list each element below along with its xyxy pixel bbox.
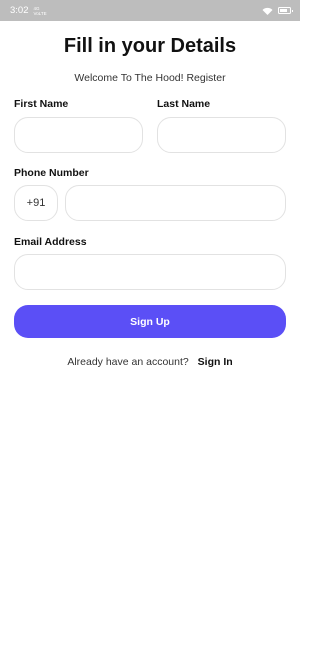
battery-icon [278,7,293,14]
page-title: Fill in your Details [63,35,237,57]
status-time: 3:02 [10,5,29,16]
country-code-selector[interactable]: +91 [14,185,58,221]
network-indicator: 4G VoLTE [34,6,47,16]
wifi-icon [262,7,273,15]
first-name-label: First Name [14,98,69,110]
sign-up-button[interactable]: Sign Up [14,305,286,338]
page-subtitle: Welcome To The Hood! Register [74,72,226,84]
last-name-input[interactable] [157,117,286,153]
account-prompt-text: Already have an account? [67,356,189,368]
sign-in-link[interactable]: Sign In [198,356,233,368]
status-bar: 3:02 4G VoLTE [0,0,300,21]
phone-input[interactable] [65,185,286,221]
first-name-input[interactable] [14,117,143,153]
last-name-label: Last Name [157,98,211,110]
network-volte: VoLTE [33,10,47,16]
country-code-text: +91 [26,197,46,209]
phone-label: Phone Number [14,167,89,179]
status-right [262,7,293,15]
email-input[interactable] [14,254,286,290]
email-label: Email Address [14,236,87,248]
signin-prompt: Already have an account? Sign In [0,356,300,368]
status-left: 3:02 4G VoLTE [10,5,47,16]
